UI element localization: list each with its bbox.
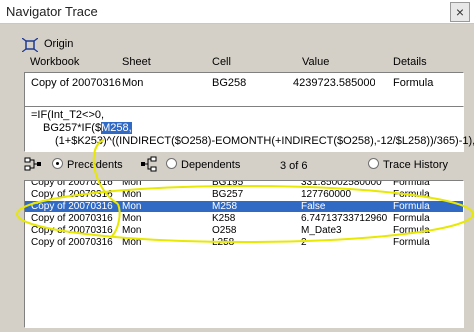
dependents-label: Dependents	[181, 159, 241, 171]
row-workbook: Copy of 20070316	[31, 225, 113, 236]
row-sheet: Mon	[122, 189, 142, 200]
trace-mode-bar: Precedents Dependents 3 of 6 Trace Histo…	[0, 156, 474, 176]
trace-history-label: Trace History	[383, 159, 448, 171]
row-sheet: Mon	[122, 180, 142, 188]
origin-sheet: Mon	[122, 77, 144, 89]
row-cell: O258	[212, 225, 237, 236]
trace-counter: 3 of 6	[280, 160, 308, 172]
window-title: Navigator Trace	[6, 4, 98, 19]
origin-label: Origin	[44, 38, 74, 50]
row-details: Formula	[393, 225, 430, 236]
column-header-workbook[interactable]: Workbook	[30, 56, 79, 68]
origin-cell: BG258	[212, 77, 247, 89]
row-workbook: Copy of 20070316	[31, 201, 113, 212]
row-sheet: Mon	[122, 237, 142, 248]
trace-history-radio[interactable]: Trace History	[368, 158, 448, 171]
row-cell: BG195	[212, 180, 244, 188]
row-value: 2	[301, 237, 307, 248]
row-details: Formula	[393, 189, 430, 200]
origin-workbook: Copy of 20070316	[31, 77, 121, 89]
dependents-radio[interactable]: Dependents	[166, 158, 240, 171]
column-header-cell[interactable]: Cell	[212, 56, 231, 68]
precedents-radio-dot[interactable]	[52, 158, 63, 169]
row-value: 127760000	[301, 189, 352, 200]
row-workbook: Copy of 20070316	[31, 189, 113, 200]
row-details: Formula	[393, 180, 430, 188]
formula-line-2: BG257*IF($M258,	[31, 122, 457, 135]
column-header-value[interactable]: Value	[302, 56, 329, 68]
row-cell: BG257	[212, 189, 244, 200]
precedents-radio[interactable]: Precedents	[52, 158, 123, 171]
origin-value: 4239723.58500004	[293, 77, 375, 89]
list-item[interactable]: Copy of 20070316 Mon L258 2 Formula	[25, 237, 463, 248]
list-item[interactable]: Copy of 20070316 Mon BG257 127760000 For…	[25, 189, 463, 200]
row-cell: L258	[212, 237, 235, 248]
row-workbook: Copy of 20070316	[31, 213, 113, 224]
row-workbook: Copy of 20070316	[31, 237, 113, 248]
title-bar: Navigator Trace ×	[0, 0, 474, 24]
trace-history-radio-dot[interactable]	[368, 158, 379, 169]
row-value: 331.85002580000	[301, 180, 382, 188]
target-icon	[22, 38, 38, 52]
list-item[interactable]: Copy of 20070316 Mon K258 6.747137337129…	[25, 213, 463, 224]
formula-line-3: (1+$K253)^((INDIRECT($O258)-EOMONTH(+IND…	[55, 135, 474, 147]
precedents-label: Precedents	[67, 159, 123, 171]
dependents-icon	[141, 156, 157, 172]
row-cell: K258	[212, 213, 236, 224]
close-button[interactable]: ×	[450, 2, 470, 22]
dependents-radio-dot[interactable]	[166, 158, 177, 169]
row-cell: M258	[212, 201, 238, 212]
list-item[interactable]: Copy of 20070316 Mon BG195 331.850025800…	[25, 180, 463, 188]
row-sheet: Mon	[122, 213, 142, 224]
row-value: 6.74713733712960	[301, 213, 388, 224]
precedents-list[interactable]: Copy of 20070316 Mon BG195 331.850025800…	[24, 180, 464, 328]
row-sheet: Mon	[122, 201, 142, 212]
origin-details: Formula	[393, 77, 434, 89]
formula-line-1: =IF(Int_T2<>0,	[31, 109, 105, 121]
row-details: Formula	[393, 213, 430, 224]
column-header-details[interactable]: Details	[393, 56, 427, 68]
row-value: False	[301, 201, 326, 212]
row-value: M_Date3	[301, 225, 342, 236]
row-sheet: Mon	[122, 225, 142, 236]
row-details: Formula	[393, 237, 430, 248]
column-header-sheet[interactable]: Sheet	[122, 56, 151, 68]
navigator-trace-dialog: Origin Workbook Sheet Cell Value Details…	[0, 24, 474, 332]
list-item-selected[interactable]: Copy of 20070316 Mon M258 False Formula	[25, 201, 463, 212]
formula-line-2-text: BG257*IF($	[43, 122, 102, 134]
list-item[interactable]: Copy of 20070316 Mon O258 M_Date3 Formul…	[25, 225, 463, 236]
row-details: Formula	[393, 201, 430, 212]
precedents-icon	[24, 157, 41, 171]
row-workbook: Copy of 20070316	[31, 180, 113, 188]
formula-text[interactable]: =IF(Int_T2<>0, BG257*IF($M258, (1+$K253)…	[24, 106, 474, 152]
formula-selected-reference: M258,	[101, 122, 132, 134]
